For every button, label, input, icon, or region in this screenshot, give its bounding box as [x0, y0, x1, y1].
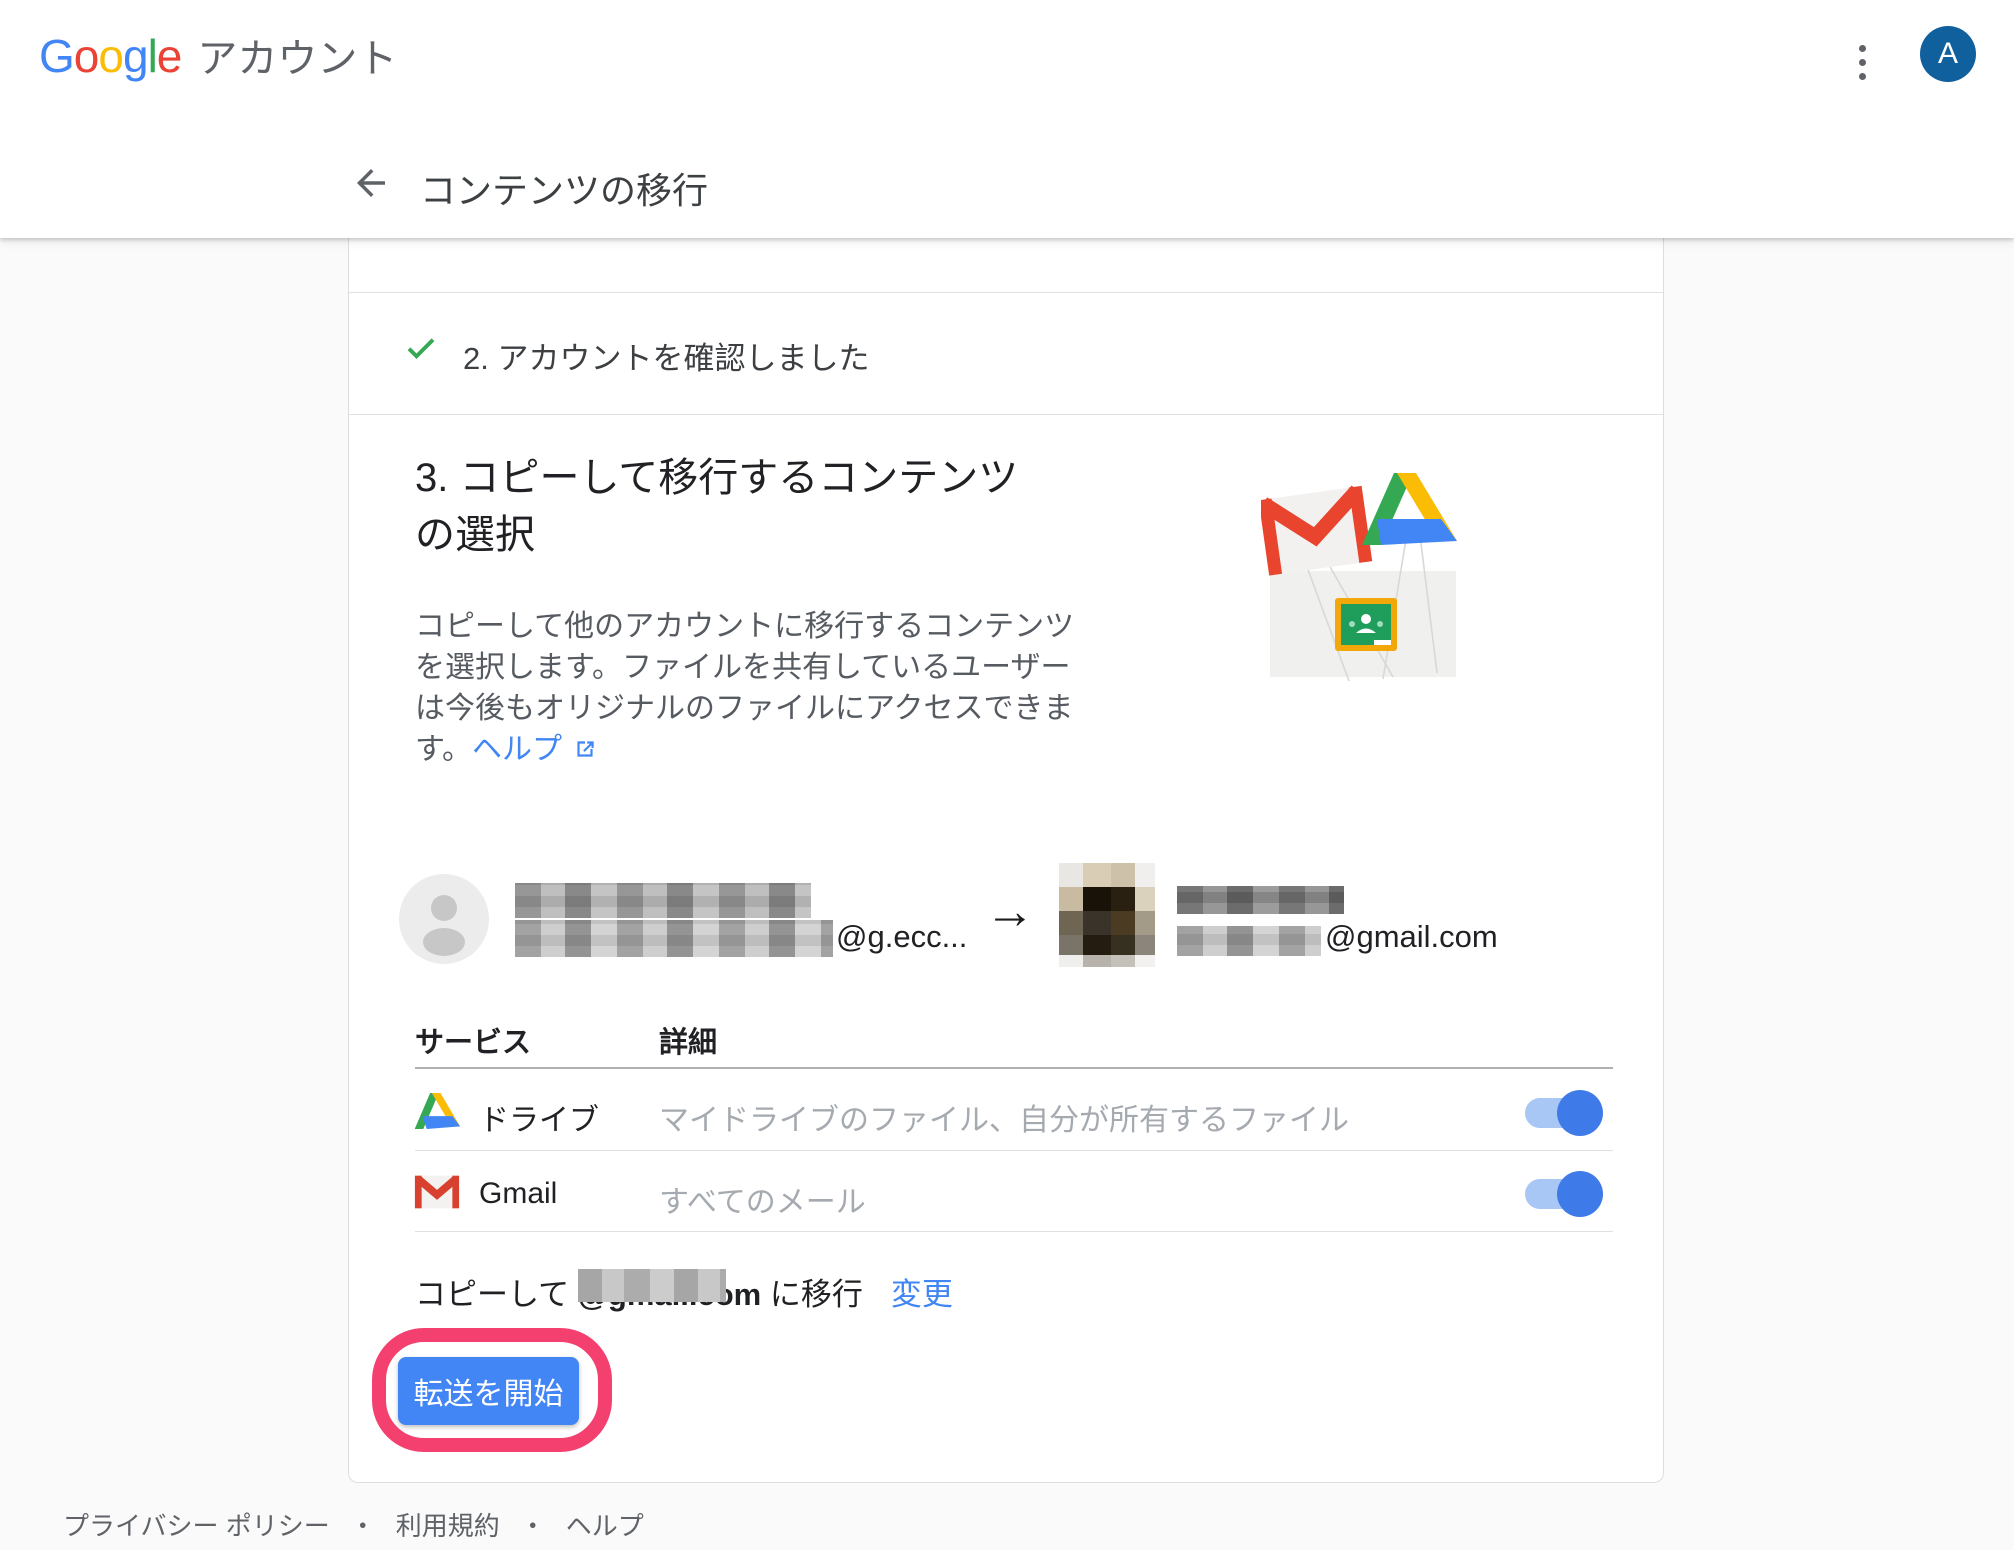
gmail-icon	[413, 1173, 461, 1211]
apps-illustration	[1261, 473, 1459, 681]
account-avatar[interactable]: A	[1920, 26, 1976, 82]
product-name: アカウント	[197, 26, 397, 84]
transfer-prefix: コピーして	[415, 1277, 578, 1312]
transfer-suffix: に移行	[761, 1277, 863, 1312]
transfer-card: 2. アカウントを確認しました 3. コピーして移行するコンテンツの選択	[348, 238, 1664, 1483]
check-icon	[403, 330, 439, 366]
back-arrow-icon[interactable]	[350, 162, 392, 204]
table-header-divider	[415, 1067, 1613, 1069]
transfer-email-redacted	[578, 1269, 726, 1302]
footer-separator: ・	[350, 1506, 376, 1543]
table-header-service: サービス	[415, 1019, 531, 1061]
table-row-divider	[415, 1150, 1613, 1151]
service-label-gmail: Gmail	[479, 1177, 557, 1211]
divider	[349, 414, 1663, 415]
kebab-menu-icon[interactable]	[1842, 40, 1882, 84]
toggle-knob	[1557, 1171, 1603, 1217]
step2-label: 2. アカウントを確認しました	[463, 333, 869, 378]
start-transfer-button[interactable]: 転送を開始	[398, 1357, 579, 1425]
source-email-redacted	[515, 920, 833, 957]
destination-name-redacted	[1177, 886, 1344, 914]
table-bottom-divider	[415, 1231, 1613, 1232]
step2-row[interactable]: 2. アカウントを確認しました	[349, 293, 1663, 414]
external-link-icon	[572, 736, 598, 762]
toggle-knob	[1557, 1090, 1603, 1136]
destination-avatar-redacted	[1059, 862, 1155, 968]
drive-icon	[413, 1089, 461, 1133]
gmail-logo	[1261, 486, 1372, 576]
source-email-suffix: @g.ecc...	[836, 919, 967, 955]
classroom-logo	[1335, 598, 1397, 651]
page-title: コンテンツの移行	[420, 162, 708, 214]
logo-letter: l	[148, 30, 157, 82]
transfer-destination-line: コピーして @gmail.com に移行変更	[415, 1269, 953, 1314]
gmail-toggle[interactable]	[1525, 1179, 1599, 1209]
footer-link-help[interactable]: ヘルプ	[566, 1506, 644, 1543]
google-account-logo[interactable]: Google アカウント	[39, 26, 397, 84]
logo-letter: G	[39, 30, 74, 82]
service-detail-drive: マイドライブのファイル、自分が所有するファイル	[659, 1095, 1349, 1139]
step3-description: コピーして他のアカウントに移行するコンテンツを選択します。ファイルを共有している…	[415, 606, 1095, 770]
table-header-detail: 詳細	[659, 1019, 717, 1061]
footer-separator: ・	[520, 1506, 546, 1543]
destination-email-suffix: @gmail.com	[1325, 919, 1498, 955]
logo-letter: g	[123, 30, 148, 82]
footer: プライバシー ポリシー ・ 利用規約 ・ ヘルプ	[63, 1506, 644, 1543]
app-header: Google アカウント A コンテンツの移行	[0, 0, 2014, 238]
screen: Google アカウント A コンテンツの移行 2. アカウントを確認しました …	[0, 0, 2014, 1550]
destination-email-redacted	[1177, 926, 1321, 956]
service-detail-gmail: すべてのメール	[659, 1177, 866, 1221]
footer-link-privacy[interactable]: プライバシー ポリシー	[63, 1506, 330, 1543]
help-link[interactable]: ヘルプ	[472, 733, 562, 766]
drive-toggle[interactable]	[1525, 1098, 1599, 1128]
google-logo: Google	[39, 29, 181, 83]
drive-logo	[1362, 473, 1457, 545]
logo-letter: o	[98, 30, 123, 82]
change-link[interactable]: 変更	[891, 1277, 953, 1312]
source-name-redacted	[515, 883, 811, 918]
source-avatar-placeholder	[399, 874, 489, 964]
footer-link-terms[interactable]: 利用規約	[396, 1506, 500, 1543]
service-label-drive: ドライブ	[479, 1095, 599, 1139]
step3-title: 3. コピーして移行するコンテンツの選択	[415, 450, 1035, 564]
logo-letter: e	[157, 30, 182, 82]
arrow-forward-icon: →	[985, 882, 1035, 940]
logo-letter: o	[74, 30, 99, 82]
